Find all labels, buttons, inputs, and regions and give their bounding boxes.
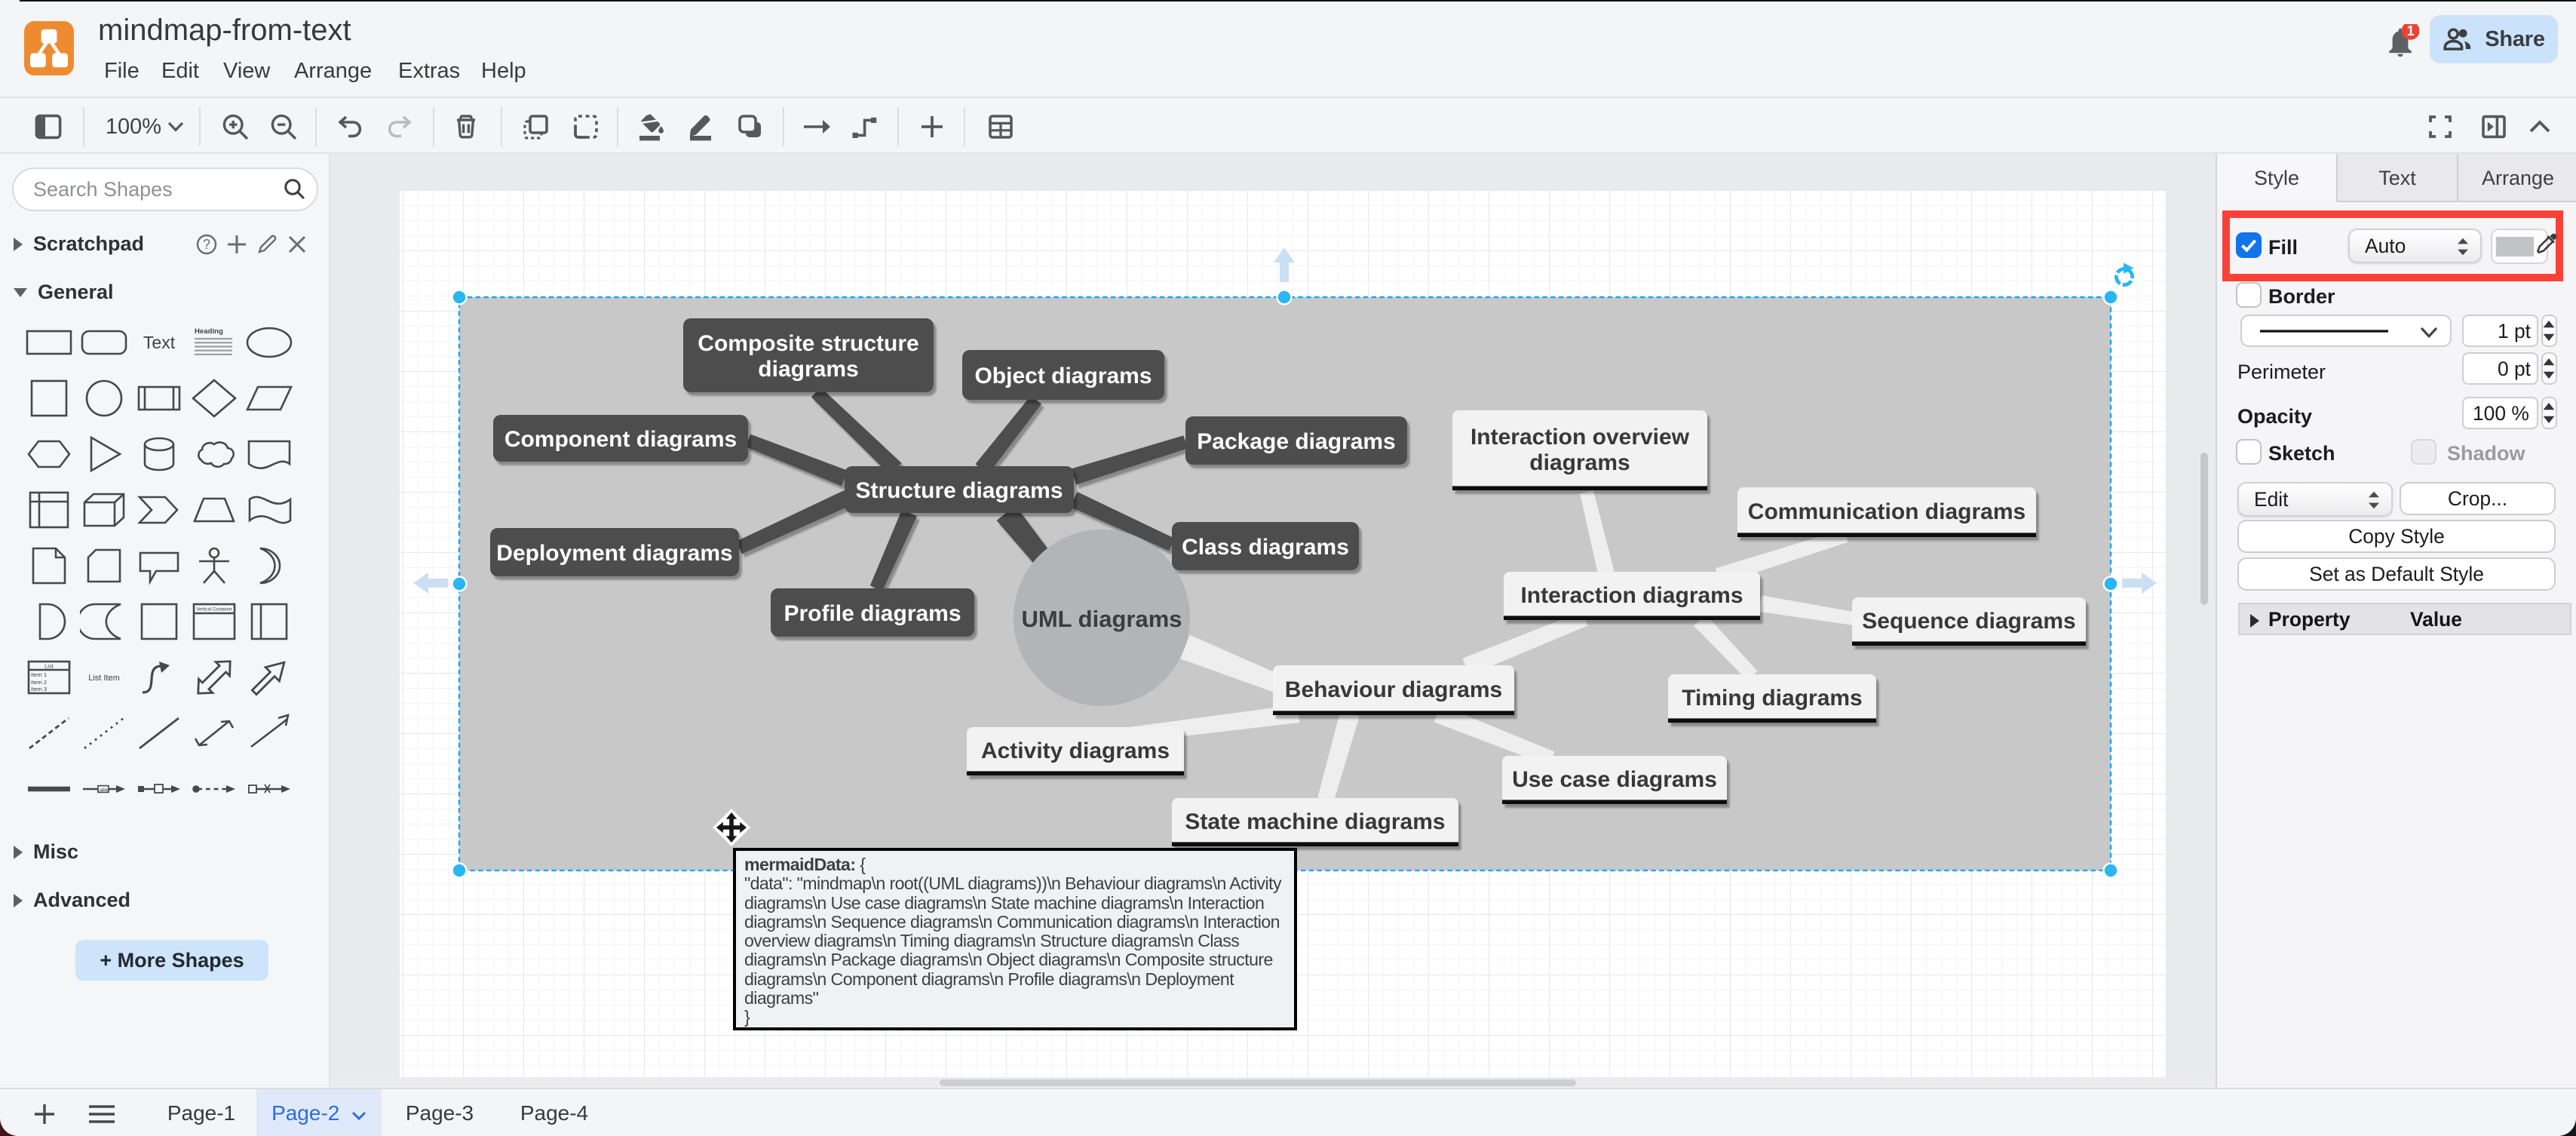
svg-text:Component diagrams: Component diagrams [504, 427, 737, 452]
svg-text:1: 1 [2407, 24, 2415, 38]
svg-text:Object diagrams: Object diagrams [974, 364, 1152, 388]
svg-text:List: List [44, 662, 54, 669]
svg-text:Interaction diagrams: Interaction diagrams [1520, 583, 1743, 608]
svg-text:Item 2: Item 2 [31, 679, 47, 686]
svg-text:Vertical Container: Vertical Container [196, 608, 232, 613]
svg-text:Heading: Heading [195, 327, 223, 336]
svg-text:diagrams: diagrams [758, 357, 858, 382]
svg-text:Deployment diagrams: Deployment diagrams [496, 541, 732, 566]
svg-text:Interaction overview: Interaction overview [1470, 425, 1690, 450]
svg-text:Item 3: Item 3 [31, 686, 47, 692]
svg-text:UML diagrams: UML diagrams [1021, 606, 1182, 632]
svg-text:Behaviour diagrams: Behaviour diagrams [1285, 677, 1502, 702]
svg-text:Class diagrams: Class diagrams [1182, 535, 1349, 560]
svg-text:Composite structure: Composite structure [698, 331, 918, 356]
svg-text:?: ? [203, 237, 210, 252]
svg-text:List Item: List Item [88, 674, 120, 683]
svg-text:Communication diagrams: Communication diagrams [1748, 499, 2026, 524]
svg-text:State machine diagrams: State machine diagrams [1185, 809, 1445, 834]
svg-text:Timing diagrams: Timing diagrams [1682, 686, 1863, 711]
svg-text:Label: Label [97, 788, 110, 793]
svg-text:Use case diagrams: Use case diagrams [1512, 767, 1717, 792]
svg-text:Sequence diagrams: Sequence diagrams [1862, 609, 2075, 634]
svg-text:Package diagrams: Package diagrams [1197, 429, 1395, 454]
svg-text:Item 1: Item 1 [31, 671, 47, 678]
svg-text:Structure diagrams: Structure diagrams [855, 478, 1063, 503]
svg-text:Activity diagrams: Activity diagrams [981, 738, 1170, 763]
svg-text:Profile diagrams: Profile diagrams [784, 601, 961, 626]
svg-text:Text: Text [143, 333, 176, 352]
svg-text:diagrams: diagrams [1529, 450, 1630, 475]
